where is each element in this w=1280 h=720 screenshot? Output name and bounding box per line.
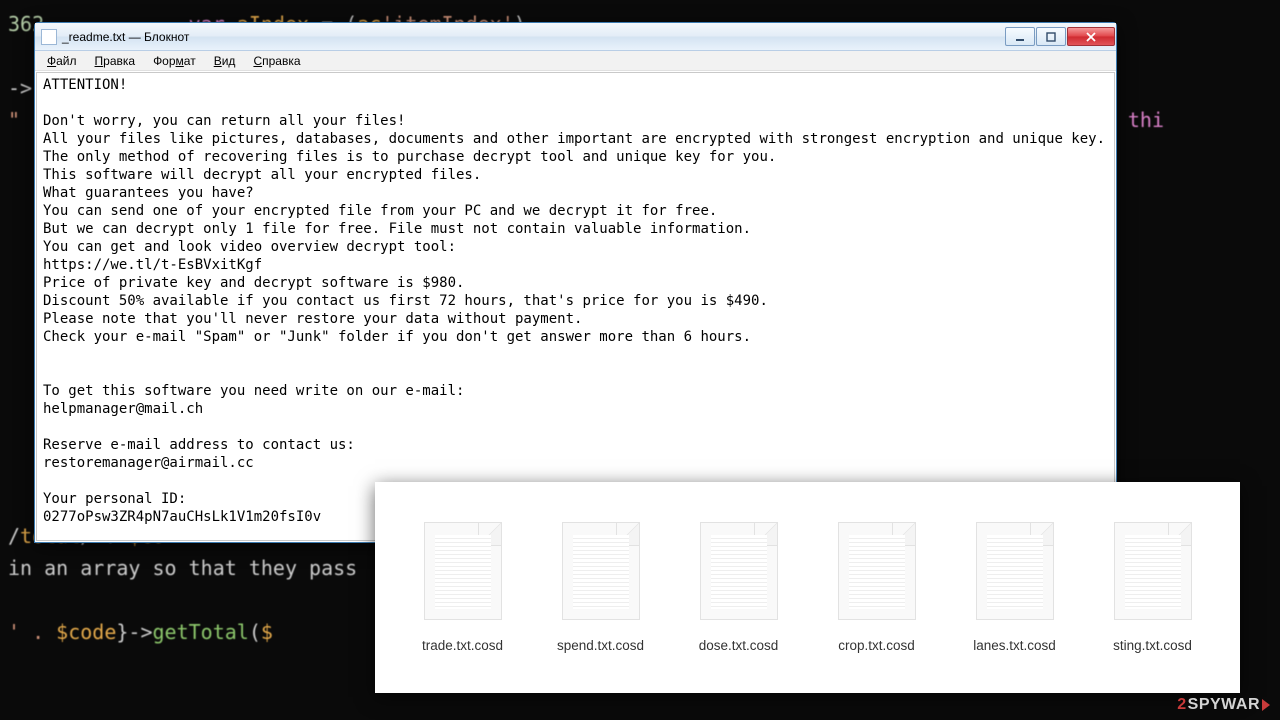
file-icon — [700, 522, 778, 620]
file-icon — [1114, 522, 1192, 620]
watermark-text: SPYWAR — [1188, 696, 1260, 714]
file-item[interactable]: trade.txt.cosd — [400, 522, 525, 653]
close-icon — [1085, 32, 1097, 42]
file-icon — [976, 522, 1054, 620]
menubar: Файл Правка Формат Вид Справка — [35, 51, 1116, 71]
file-label: dose.txt.cosd — [699, 638, 779, 653]
watermark-prefix: 2 — [1177, 696, 1186, 714]
notepad-window: _readme.txt — Блокнот Файл Правка Формат… — [34, 22, 1117, 543]
file-item[interactable]: sting.txt.cosd — [1090, 522, 1215, 653]
menu-view[interactable]: Вид — [206, 53, 244, 69]
file-label: sting.txt.cosd — [1113, 638, 1192, 653]
window-title: _readme.txt — Блокнот — [62, 30, 1005, 44]
file-label: spend.txt.cosd — [557, 638, 644, 653]
titlebar[interactable]: _readme.txt — Блокнот — [35, 23, 1116, 51]
file-item[interactable]: crop.txt.cosd — [814, 522, 939, 653]
watermark: 2SPYWAR — [1177, 696, 1270, 714]
minimize-icon — [1015, 32, 1025, 42]
file-label: trade.txt.cosd — [422, 638, 503, 653]
minimize-button[interactable] — [1005, 27, 1035, 46]
arrow-icon — [1262, 699, 1270, 711]
file-icon — [424, 522, 502, 620]
window-controls — [1005, 27, 1116, 46]
file-item[interactable]: lanes.txt.cosd — [952, 522, 1077, 653]
notepad-icon — [41, 29, 57, 45]
menu-edit[interactable]: Правка — [87, 53, 144, 69]
menu-file[interactable]: Файл — [39, 53, 85, 69]
maximize-icon — [1046, 32, 1056, 42]
notepad-body[interactable]: ATTENTION! Don't worry, you can return a… — [36, 72, 1115, 541]
close-button[interactable] — [1067, 27, 1115, 46]
files-panel: trade.txt.cosd spend.txt.cosd dose.txt.c… — [375, 482, 1240, 693]
file-icon — [562, 522, 640, 620]
menu-format[interactable]: Формат — [145, 53, 204, 69]
file-item[interactable]: dose.txt.cosd — [676, 522, 801, 653]
maximize-button[interactable] — [1036, 27, 1066, 46]
menu-help[interactable]: Справка — [245, 53, 308, 69]
file-icon — [838, 522, 916, 620]
file-item[interactable]: spend.txt.cosd — [538, 522, 663, 653]
file-label: lanes.txt.cosd — [973, 638, 1056, 653]
file-label: crop.txt.cosd — [838, 638, 915, 653]
